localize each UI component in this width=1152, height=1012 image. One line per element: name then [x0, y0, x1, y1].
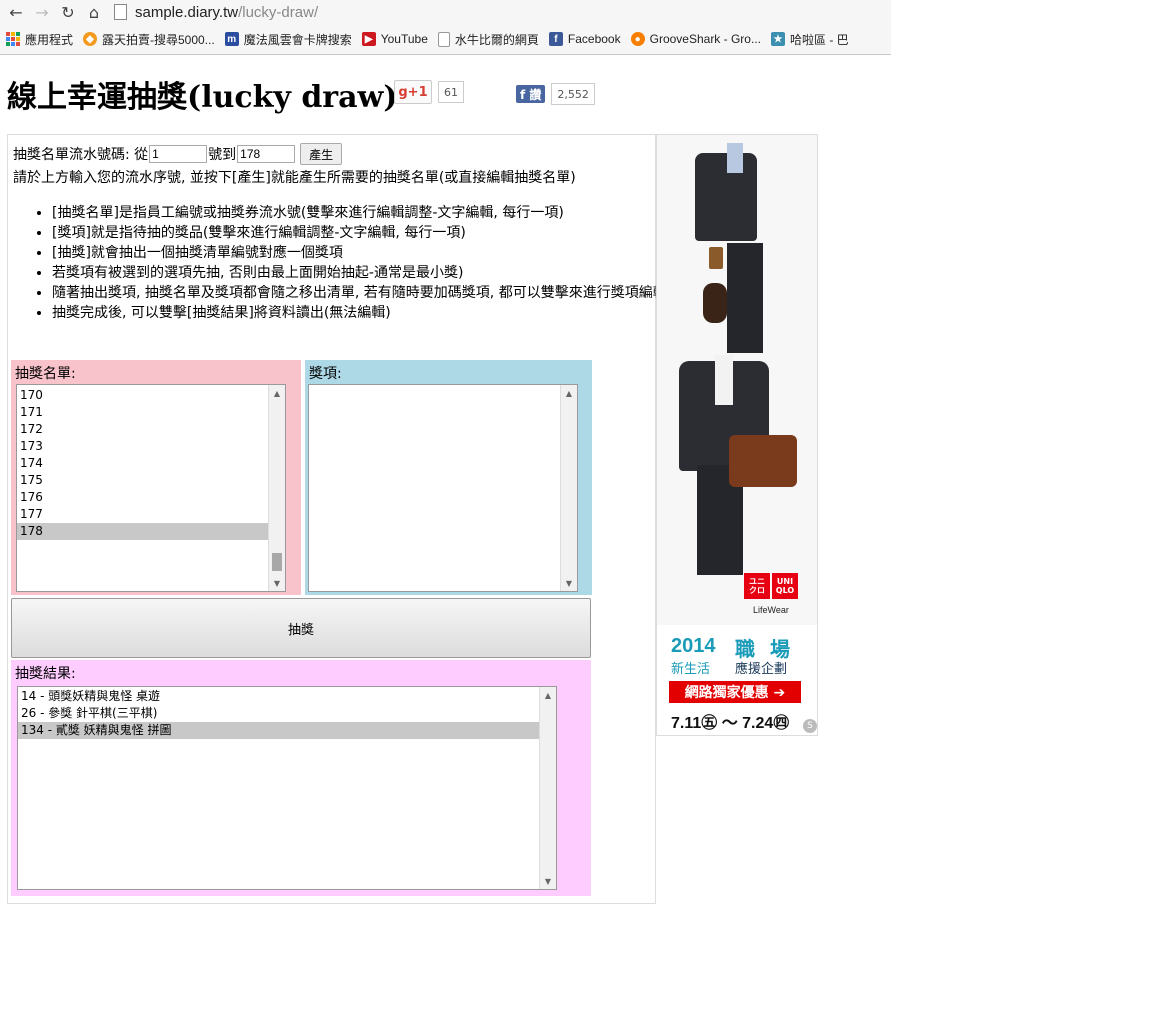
range-from-input[interactable]	[149, 145, 208, 163]
m-site-icon: m	[224, 32, 239, 46]
url-path: /lucky-draw/	[238, 3, 319, 21]
forward-arrow-icon[interactable]: →	[32, 2, 52, 22]
range-row: 抽獎名單流水號碼: 從 號到 產生	[13, 143, 343, 165]
scroll-down-icon[interactable]: ▼	[540, 873, 556, 889]
list-item-selected[interactable]: 134 - 貳獎 妖精與鬼怪 拼圖	[18, 722, 540, 739]
url-host: sample.diary.tw	[135, 3, 239, 21]
bookmark-facebook[interactable]: f Facebook	[548, 32, 621, 46]
list-item[interactable]: 14 - 頭獎妖精與鬼怪 桌遊	[18, 688, 540, 705]
list-item[interactable]: 177	[17, 506, 269, 523]
gplus-widget: g+1 61	[394, 80, 464, 104]
scroll-down-icon[interactable]: ▼	[561, 575, 577, 591]
instruction-text: 請於上方輸入您的流水序號, 並按下[產生]就能產生所需要的抽獎名單(或直接編輯抽…	[13, 170, 576, 186]
apps-grid-icon	[6, 32, 20, 46]
draw-button[interactable]: 抽獎	[11, 598, 591, 658]
names-listbox[interactable]: 170 171 172 173 174 175 176 177 178 ▲ ▼	[16, 384, 286, 592]
list-item[interactable]: 171	[17, 404, 269, 421]
lifewear-text: LifeWear	[753, 605, 789, 615]
page-icon	[437, 31, 450, 47]
prizes-scrollbar[interactable]: ▲ ▼	[560, 385, 577, 591]
results-scrollbar[interactable]: ▲ ▼	[539, 687, 556, 889]
rule-item: [獎項]就是指待抽的獎品(雙擊來進行編輯調整-文字編輯, 每行一項)	[52, 223, 667, 243]
facebook-like-button[interactable]: f 讚	[516, 85, 546, 103]
ad-campaign: 應援企劃	[735, 662, 788, 677]
scroll-down-icon[interactable]: ▼	[269, 575, 285, 591]
youtube-icon: ▶	[361, 32, 376, 46]
address-bar[interactable]: sample.diary.tw/lucky-draw/	[114, 2, 318, 22]
prizes-section: 獎項: ▲ ▼	[305, 360, 592, 595]
page-title: 線上幸運抽獎(lucky draw)	[7, 80, 398, 115]
facebook-icon: f	[548, 32, 563, 46]
bookmark-mtg[interactable]: m 魔法風雲會卡牌搜索	[224, 31, 352, 48]
bookmark-youtube[interactable]: ▶ YouTube	[361, 32, 428, 46]
browser-toolbar: ← → ↻ ⌂ sample.diary.tw/lucky-draw/	[0, 0, 891, 24]
prizes-listbox[interactable]: ▲ ▼	[308, 384, 578, 592]
names-section: 抽獎名單: 170 171 172 173 174 175 176 177 17…	[11, 360, 301, 595]
bookmark-grooveshark[interactable]: ● GrooveShark - Gro...	[630, 32, 761, 46]
range-to-input[interactable]	[237, 145, 296, 163]
prizes-label: 獎項:	[309, 366, 342, 382]
rule-item: 隨著抽出獎項, 抽獎名單及獎項都會隨之移出清單, 若有隨時要加碼獎項, 都可以雙…	[52, 283, 667, 303]
browser-chrome: ← → ↻ ⌂ sample.diary.tw/lucky-draw/ 應用程式…	[0, 0, 891, 55]
list-item-selected[interactable]: 178	[17, 523, 269, 540]
range-to-label: 號到	[208, 147, 237, 163]
ad-offer-banner[interactable]: 網路獨家優惠 ➔	[669, 681, 801, 703]
list-item[interactable]: 175	[17, 472, 269, 489]
page-icon	[114, 4, 127, 20]
facebook-like-widget: f 讚 2,552	[516, 83, 595, 105]
scroll-up-icon[interactable]: ▲	[269, 385, 285, 401]
rules-list: [抽獎名單]是指員工編號或抽獎券流水號(雙擊來進行編輯調整-文字編輯, 每行一項…	[34, 203, 667, 323]
results-section: 抽獎結果: 14 - 頭獎妖精與鬼怪 桌遊 26 - 參獎 針平棋(三平棋) 1…	[11, 660, 591, 896]
ad-year: 2014	[671, 635, 716, 657]
bookmark-ruten[interactable]: ◆ 露天拍賣-搜尋5000...	[83, 31, 215, 48]
list-item[interactable]: 172	[17, 421, 269, 438]
facebook-like-count: 2,552	[551, 83, 595, 105]
scroll-thumb[interactable]	[272, 553, 282, 571]
uniqlo-advertisement[interactable]: ユニ クロ UNI QLO LifeWear 2014 新生活 職 場 應援企劃…	[656, 134, 818, 736]
range-from-label: 抽獎名單流水號碼: 從	[13, 147, 149, 163]
list-item[interactable]: 174	[17, 455, 269, 472]
list-item[interactable]: 26 - 參獎 針平棋(三平棋)	[18, 705, 540, 722]
rule-item: [抽獎]就會抽出一個抽獎清單編號對應一個獎項	[52, 243, 667, 263]
bahamut-icon: ★	[770, 32, 785, 46]
list-item[interactable]: 173	[17, 438, 269, 455]
ruten-icon: ◆	[83, 32, 98, 46]
names-scrollbar[interactable]: ▲ ▼	[268, 385, 285, 591]
list-item[interactable]: 170	[17, 387, 269, 404]
grooveshark-icon: ●	[630, 32, 645, 46]
ad-dates: 7.11㊄ 〜 7.24㊃	[671, 715, 790, 732]
bookmark-apps[interactable]: 應用程式	[6, 31, 73, 48]
scroll-up-icon[interactable]: ▲	[540, 687, 556, 703]
gplus-count: 61	[438, 81, 464, 103]
rule-item: [抽獎名單]是指員工編號或抽獎券流水號(雙擊來進行編輯調整-文字編輯, 每行一項…	[52, 203, 667, 223]
bookmark-buffalo[interactable]: 水牛比爾的網頁	[437, 31, 539, 48]
home-icon[interactable]: ⌂	[84, 2, 104, 22]
names-label: 抽獎名單:	[15, 366, 76, 382]
gplus-button[interactable]: g+1	[394, 80, 432, 104]
rule-item: 抽獎完成後, 可以雙擊[抽獎結果]將資料讀出(無法編輯)	[52, 303, 667, 323]
ad-promo-area: 2014 新生活 職 場 應援企劃 網路獨家優惠 ➔ 7.11㊄ 〜 7.24㊃…	[657, 625, 817, 735]
generate-button[interactable]: 產生	[300, 143, 343, 165]
uniqlo-logo: ユニ クロ UNI QLO	[744, 573, 798, 599]
results-listbox[interactable]: 14 - 頭獎妖精與鬼怪 桌遊 26 - 參獎 針平棋(三平棋) 134 - 貳…	[17, 686, 557, 890]
ad-corner-badge[interactable]: S	[803, 719, 817, 733]
results-label: 抽獎結果:	[15, 666, 76, 682]
scroll-up-icon[interactable]: ▲	[561, 385, 577, 401]
back-arrow-icon[interactable]: ←	[6, 2, 26, 22]
bookmarks-bar: 應用程式 ◆ 露天拍賣-搜尋5000... m 魔法風雲會卡牌搜索 ▶ YouT…	[0, 28, 891, 50]
bookmark-bahamut[interactable]: ★ 哈啦區 - 巴	[770, 31, 849, 48]
list-item[interactable]: 176	[17, 489, 269, 506]
rule-item: 若獎項有被選到的選項先抽, 否則由最上面開始抽起-通常是最小獎)	[52, 263, 667, 283]
ad-subtitle: 新生活	[671, 662, 711, 677]
reload-icon[interactable]: ↻	[58, 2, 78, 22]
